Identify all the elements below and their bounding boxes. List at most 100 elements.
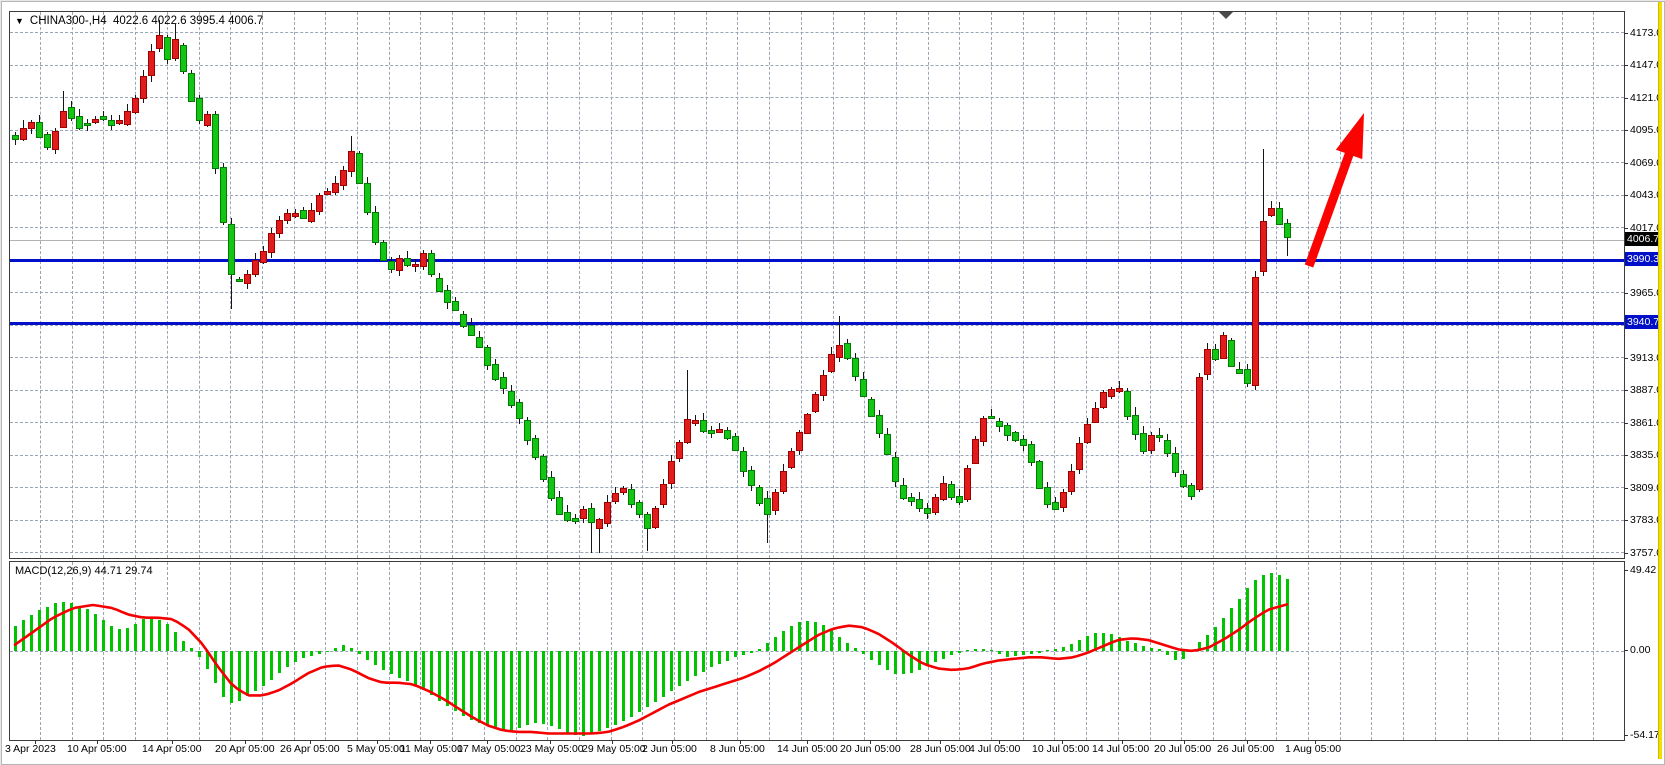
grid-vline <box>579 12 580 558</box>
macd-bar <box>1134 643 1137 651</box>
grid-vline <box>1213 12 1214 558</box>
macd-bar <box>1054 649 1057 652</box>
macd-bar <box>14 626 17 651</box>
grid-hline <box>10 520 1624 521</box>
macd-bar <box>150 618 153 651</box>
macd-bar <box>494 651 497 729</box>
chart-shift-marker[interactable] <box>1219 12 1233 19</box>
macd-bar <box>246 651 249 696</box>
grid-vline <box>1023 12 1024 558</box>
macd-bar <box>1222 618 1225 651</box>
macd-bar <box>238 651 241 701</box>
macd-bar <box>214 651 217 683</box>
grid-vline <box>167 12 168 558</box>
macd-panel[interactable]: MACD(12,26,9) 44.71 29.74 <box>9 561 1625 741</box>
macd-bar <box>278 651 281 673</box>
grid-vline <box>1086 12 1087 558</box>
macd-bar <box>982 649 985 652</box>
macd-bar <box>1094 633 1097 651</box>
grid-hline <box>10 552 1624 553</box>
time-axis-label: 28 Jun 05:00 <box>910 743 971 755</box>
macd-bar <box>1118 637 1121 651</box>
grid-vline <box>959 12 960 558</box>
macd-bar <box>478 651 481 723</box>
macd-bar <box>342 645 345 651</box>
price-tick <box>1624 130 1628 131</box>
price-tick <box>1624 33 1628 34</box>
time-axis-label: 23 May 05:00 <box>520 743 584 755</box>
macd-bar <box>470 651 473 720</box>
macd-bar <box>918 651 921 670</box>
macd-axis-label: 49.42 <box>1630 564 1656 576</box>
macd-bar <box>830 630 833 651</box>
macd-bar <box>502 651 505 730</box>
grid-hline <box>10 195 1624 196</box>
macd-zero-line <box>10 651 1624 652</box>
time-axis-label: 1 Aug 05:00 <box>1285 743 1341 755</box>
macd-bar <box>622 651 625 721</box>
grid-hline <box>10 487 1624 488</box>
macd-bar <box>1286 579 1289 651</box>
macd-bar <box>878 651 881 665</box>
macd-bar <box>654 651 657 702</box>
macd-bar <box>102 620 105 651</box>
price-tick <box>1624 195 1628 196</box>
macd-bar <box>838 637 841 651</box>
chart-window: ▼CHINA300-,H4 4022.6 4022.6 3995.4 4006.… <box>1 1 1665 765</box>
macd-axis-label: 0.00 <box>1630 644 1650 656</box>
grid-vline <box>420 12 421 558</box>
macd-bar <box>1198 642 1201 652</box>
time-axis[interactable]: 3 Apr 202310 Apr 05:0014 Apr 05:0020 Apr… <box>2 740 1624 758</box>
macd-bar <box>1278 575 1281 651</box>
macd-bar <box>694 651 697 676</box>
price-tick <box>1624 488 1628 489</box>
price-chart-panel[interactable]: ▼CHINA300-,H4 4022.6 4022.6 3995.4 4006.… <box>9 11 1625 559</box>
macd-signal-value: 29.74 <box>125 565 153 577</box>
macd-bar <box>910 651 913 673</box>
macd-bar <box>950 651 953 655</box>
macd-bar <box>974 649 977 652</box>
macd-bar <box>1214 627 1217 651</box>
grid-vline <box>1371 12 1372 558</box>
macd-bar <box>46 607 49 652</box>
grid-hline <box>10 357 1624 358</box>
macd-bar <box>702 651 705 672</box>
grid-hline <box>10 422 1624 423</box>
macd-tick <box>1624 570 1628 571</box>
macd-bar <box>510 651 513 730</box>
grid-hline <box>10 130 1624 131</box>
macd-bar <box>862 651 865 654</box>
macd-bar <box>1014 651 1017 656</box>
macd-bar <box>958 651 961 653</box>
macd-bar <box>998 651 1001 654</box>
macd-bar <box>646 651 649 707</box>
macd-bar <box>598 651 601 731</box>
grid-vline <box>1150 12 1151 558</box>
symbol-dropdown-icon[interactable]: ▼ <box>15 16 24 26</box>
macd-bar <box>1262 575 1265 652</box>
macd-bar <box>558 651 561 729</box>
macd-bar <box>638 651 641 712</box>
macd-bar <box>670 651 673 691</box>
macd-bar <box>262 651 265 686</box>
macd-bar <box>614 651 617 725</box>
grid-vline <box>1340 12 1341 558</box>
grid-vline <box>72 12 73 558</box>
macd-bar <box>686 651 689 681</box>
macd-tick <box>1624 735 1628 736</box>
macd-label: MACD(12,26,9) 44.71 29.74 <box>15 565 153 577</box>
current-price-tag: 4006.7 <box>1625 232 1662 246</box>
grid-vline <box>1467 12 1468 558</box>
support-resistance-line-2[interactable] <box>10 322 1624 325</box>
time-axis-label: 10 Apr 05:00 <box>67 743 127 755</box>
macd-bar <box>550 651 553 726</box>
price-tick <box>1624 423 1628 424</box>
macd-bar <box>766 643 769 651</box>
macd-bar <box>486 651 489 726</box>
trend-arrow[interactable] <box>10 12 1624 558</box>
macd-bar <box>1142 646 1145 651</box>
chart-title: ▼CHINA300-,H4 4022.6 4022.6 3995.4 4006.… <box>15 15 263 27</box>
macd-bar <box>462 651 465 716</box>
macd-bar <box>574 651 577 735</box>
macd-bar <box>1174 651 1177 660</box>
